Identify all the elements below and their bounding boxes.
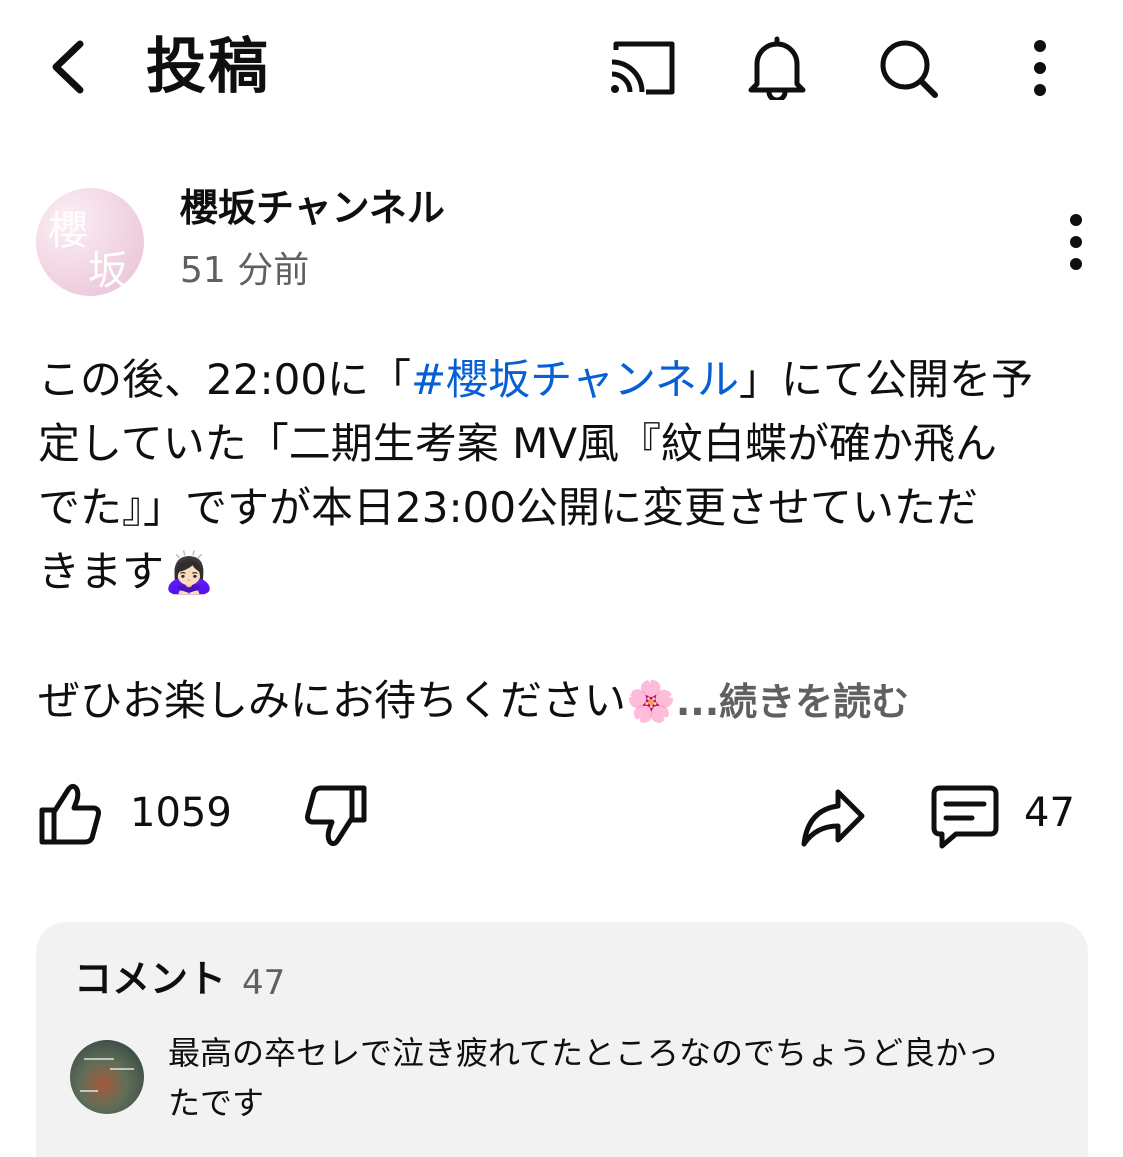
like-count: 1059	[130, 790, 232, 836]
bowing-emoji: 🙇🏻‍♀️	[164, 550, 214, 596]
share-button[interactable]	[798, 782, 868, 852]
thumbs-down-icon	[305, 785, 367, 847]
post-text-line: きます🙇🏻‍♀️	[38, 547, 214, 596]
avatar-detail	[80, 1090, 98, 1092]
page-title: 投稿	[146, 32, 270, 102]
post-timestamp: 51 分前	[180, 250, 310, 291]
read-more-link[interactable]: ...続きを読む	[676, 680, 909, 724]
share-icon	[801, 789, 865, 847]
comment-icon	[931, 785, 999, 849]
avatar-detail	[110, 1068, 134, 1070]
comments-preview[interactable]: コメント 47 最高の卒セレで泣き疲れてたところなのでちょうど良かっ たです	[36, 922, 1088, 1157]
comments-heading: コメント	[74, 957, 227, 1001]
top-comment-text: 最高の卒セレで泣き疲れてたところなのでちょうど良かっ たです	[168, 1034, 1000, 1122]
post-page: 投稿 櫻 坂 櫻坂チャンネル 51 分前 この後、22:00に「#櫻坂チャンネル…	[0, 0, 1123, 1157]
more-vertical-icon	[1070, 214, 1082, 270]
post-text: この後、22:00に「#櫻坂チャンネル」にて公開を予 定していた「二期生考案 M…	[38, 348, 1088, 734]
cast-icon	[611, 41, 675, 95]
bell-icon	[748, 36, 806, 103]
comments-count: 47	[242, 963, 286, 1003]
like-button[interactable]	[36, 778, 106, 848]
thumbs-up-icon	[39, 783, 101, 845]
notifications-button[interactable]	[740, 36, 814, 103]
post-actions: 1059 47	[0, 770, 1123, 860]
more-options-button[interactable]	[1003, 36, 1077, 100]
comments-button[interactable]	[930, 782, 1000, 852]
channel-name[interactable]: 櫻坂チャンネル	[180, 184, 445, 232]
search-button[interactable]	[872, 36, 946, 100]
avatar-logo-text: 櫻	[48, 208, 88, 254]
avatar-detail	[84, 1058, 114, 1060]
post-text-line: この後、22:00に「#櫻坂チャンネル」にて公開を予	[38, 355, 1033, 404]
cherry-blossom-emoji: 🌸	[626, 679, 676, 725]
post-menu-button[interactable]	[1052, 210, 1100, 274]
hashtag-link[interactable]: #櫻坂チャンネル	[411, 355, 739, 404]
dislike-button[interactable]	[300, 782, 370, 852]
post-text-line: でた』」ですが本日23:00公開に変更させていただ	[38, 483, 979, 532]
cast-button[interactable]	[606, 36, 680, 100]
avatar-logo-text: 坂	[88, 248, 128, 294]
more-vertical-icon	[1034, 40, 1046, 96]
back-arrow-icon	[52, 40, 84, 94]
commenter-avatar[interactable]	[70, 1040, 144, 1114]
search-icon	[880, 40, 938, 98]
top-app-bar: 投稿	[0, 0, 1123, 140]
comment-count: 47	[1024, 790, 1075, 836]
back-button[interactable]	[40, 34, 100, 100]
channel-avatar[interactable]: 櫻 坂	[36, 188, 144, 296]
post-text-line: ぜひお楽しみにお待ちください🌸...続きを読む	[38, 676, 910, 725]
post-text-line: 定していた「二期生考案 MV風『紋白蝶が確か飛ん	[38, 419, 998, 468]
